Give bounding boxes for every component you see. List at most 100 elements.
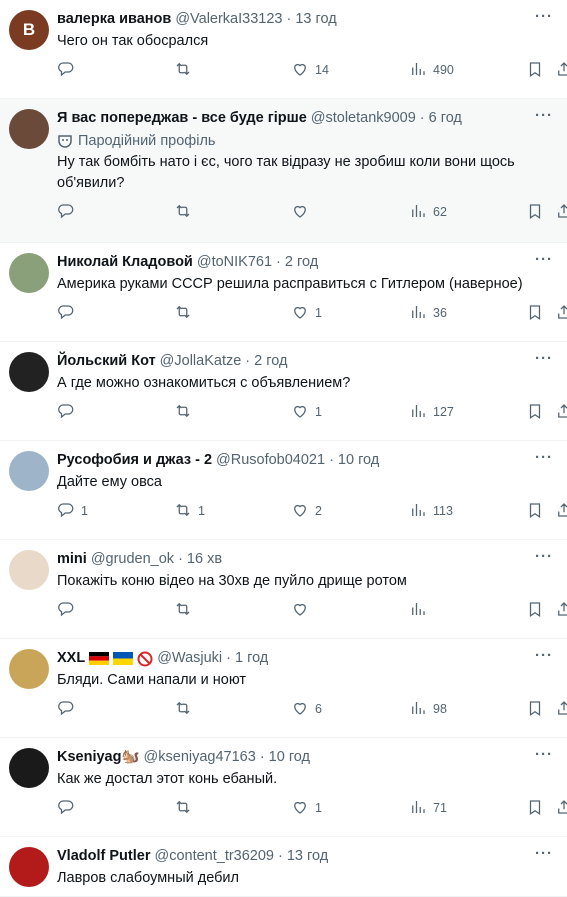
user-handle[interactable]: @ValerkaI33123 <box>175 10 282 29</box>
more-options-icon[interactable]: ··· <box>535 845 553 862</box>
display-name[interactable]: mini <box>57 550 87 569</box>
views-button[interactable]: 71 <box>409 798 447 818</box>
tweet[interactable]: Kseniyag🐿️ @kseniyag47163 · 10 год ··· К… <box>0 738 567 837</box>
timestamp[interactable]: 1 год <box>235 649 268 668</box>
user-handle[interactable]: @kseniyag47163 <box>144 748 256 767</box>
tweet[interactable]: Я вас попереджав - все буде гірше @stole… <box>0 99 567 243</box>
share-button[interactable] <box>555 501 567 521</box>
reply-button[interactable]: 1 <box>57 501 88 521</box>
reply-button[interactable] <box>57 202 81 222</box>
like-button[interactable]: 2 <box>291 501 322 521</box>
user-handle[interactable]: @JollaKatze <box>160 352 242 371</box>
share-button[interactable] <box>555 303 567 323</box>
share-button[interactable] <box>555 699 567 719</box>
retweet-button[interactable] <box>174 798 198 818</box>
display-name[interactable]: Я вас попереджав - все буде гірше <box>57 109 307 128</box>
retweet-button[interactable] <box>174 303 198 323</box>
user-handle[interactable]: @toNIK761 <box>197 253 272 272</box>
timestamp[interactable]: 2 год <box>254 352 287 371</box>
tweet[interactable]: В валерка иванов @ValerkaI33123 · 13 год… <box>0 0 567 99</box>
like-button[interactable]: 14 <box>291 60 329 80</box>
timestamp[interactable]: 10 год <box>338 451 379 470</box>
bookmark-button[interactable] <box>526 798 544 818</box>
share-button[interactable] <box>555 600 567 620</box>
avatar[interactable]: В <box>9 10 49 50</box>
views-button[interactable]: 113 <box>409 501 453 521</box>
bookmark-button[interactable] <box>526 501 544 521</box>
more-options-icon[interactable]: ··· <box>535 8 553 25</box>
user-handle[interactable]: @Wasjuki <box>157 649 222 668</box>
tweet[interactable]: XXL @Wasjuki · 1 год ··· Бляди. Сами нап… <box>0 639 567 738</box>
share-button[interactable] <box>555 798 567 818</box>
retweet-button[interactable] <box>174 402 198 422</box>
display-name[interactable]: Русофобия и джаз - 2 <box>57 451 212 470</box>
avatar[interactable] <box>9 649 49 689</box>
more-options-icon[interactable]: ··· <box>535 107 553 124</box>
like-button[interactable]: 1 <box>291 798 322 818</box>
bookmark-button[interactable] <box>526 402 544 422</box>
views-button[interactable]: 490 <box>409 60 454 80</box>
avatar[interactable] <box>9 253 49 293</box>
share-button[interactable] <box>555 60 567 80</box>
more-options-icon[interactable]: ··· <box>535 350 553 367</box>
bookmark-button[interactable] <box>526 202 544 222</box>
retweet-button[interactable] <box>174 202 198 222</box>
avatar[interactable] <box>9 109 49 149</box>
like-button[interactable] <box>291 202 315 222</box>
retweet-button[interactable]: 1 <box>174 501 205 521</box>
reply-button[interactable] <box>57 798 81 818</box>
user-handle[interactable]: @gruden_ok <box>91 550 174 569</box>
display-name[interactable]: валерка иванов <box>57 10 171 29</box>
retweet-button[interactable] <box>174 60 198 80</box>
reply-button[interactable] <box>57 60 81 80</box>
display-name[interactable]: Йольский Кот <box>57 352 156 371</box>
avatar[interactable] <box>9 550 49 590</box>
more-options-icon[interactable]: ··· <box>535 746 553 763</box>
views-button[interactable]: 36 <box>409 303 447 323</box>
bookmark-button[interactable] <box>526 303 544 323</box>
more-options-icon[interactable]: ··· <box>535 251 553 268</box>
tweet[interactable]: Йольский Кот @JollaKatze · 2 год ··· А г… <box>0 342 567 441</box>
retweet-button[interactable] <box>174 600 198 620</box>
display-name[interactable]: Николай Кладовой <box>57 253 193 272</box>
timestamp[interactable]: 16 хв <box>187 550 222 569</box>
timestamp[interactable]: 13 год <box>287 847 328 866</box>
display-name[interactable]: XXL <box>57 649 85 668</box>
user-handle[interactable]: @stoletank9009 <box>311 109 416 128</box>
reply-button[interactable] <box>57 402 81 422</box>
like-button[interactable] <box>291 600 315 620</box>
tweet[interactable]: mini @gruden_ok · 16 хв ··· Покажіть кон… <box>0 540 567 639</box>
bookmark-button[interactable] <box>526 600 544 620</box>
like-button[interactable]: 1 <box>291 402 322 422</box>
reply-button[interactable] <box>57 699 81 719</box>
more-options-icon[interactable]: ··· <box>535 449 553 466</box>
bookmark-button[interactable] <box>526 60 544 80</box>
user-handle[interactable]: @content_tr36209 <box>154 847 274 866</box>
timestamp[interactable]: 10 год <box>269 748 310 767</box>
share-button[interactable] <box>555 202 567 222</box>
like-button[interactable]: 1 <box>291 303 322 323</box>
display-name[interactable]: Vladolf Putler <box>57 847 150 866</box>
reply-button[interactable] <box>57 600 81 620</box>
display-name[interactable]: Kseniyag🐿️ <box>57 748 140 767</box>
timestamp[interactable]: 13 год <box>295 10 336 29</box>
views-button[interactable]: 62 <box>409 202 447 222</box>
bookmark-button[interactable] <box>526 699 544 719</box>
views-button[interactable]: 98 <box>409 699 447 719</box>
retweet-button[interactable] <box>174 699 198 719</box>
user-handle[interactable]: @Rusofob04021 <box>216 451 325 470</box>
more-options-icon[interactable]: ··· <box>535 548 553 565</box>
like-button[interactable]: 6 <box>291 699 322 719</box>
reply-button[interactable] <box>57 303 81 323</box>
avatar[interactable] <box>9 847 49 887</box>
views-button[interactable] <box>409 600 433 620</box>
tweet[interactable]: Русофобия и джаз - 2 @Rusofob04021 · 10 … <box>0 441 567 540</box>
timestamp[interactable]: 6 год <box>429 109 462 128</box>
avatar[interactable] <box>9 748 49 788</box>
timestamp[interactable]: 2 год <box>285 253 318 272</box>
tweet[interactable]: Vladolf Putler @content_tr36209 · 13 год… <box>0 837 567 897</box>
avatar[interactable] <box>9 352 49 392</box>
share-button[interactable] <box>555 402 567 422</box>
tweet[interactable]: Николай Кладовой @toNIK761 · 2 год ··· А… <box>0 243 567 342</box>
avatar[interactable] <box>9 451 49 491</box>
